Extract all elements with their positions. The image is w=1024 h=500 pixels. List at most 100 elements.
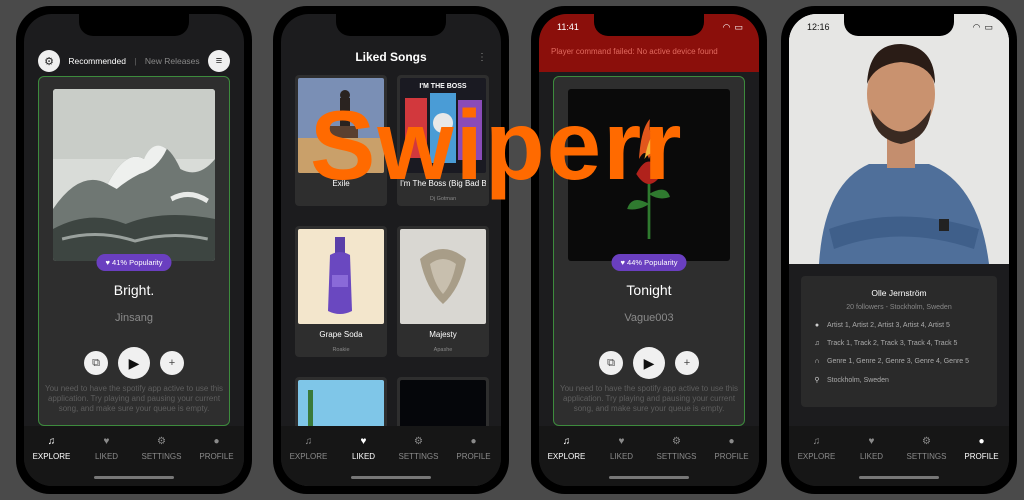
tab-label: LIKED <box>94 452 119 461</box>
song-card[interactable]: ♥ 41% Popularity Bright. Jinsang ⧉ ▶ + Y… <box>38 76 230 426</box>
music-note-icon: ♫ <box>814 340 820 347</box>
music-note-icon: ♫ <box>304 436 313 447</box>
status-time: 12:16 <box>807 22 830 32</box>
tab-label: PROFILE <box>199 452 234 461</box>
add-button[interactable]: + <box>160 351 184 375</box>
profile-screen: 12:16 ◠ ▭ Olle Jernström 20 followers - S… <box>789 14 1009 486</box>
popularity-label: 41% Popularity <box>112 258 163 267</box>
tab-label: SETTINGS <box>906 452 947 461</box>
tab-recommended[interactable]: Recommended <box>68 56 126 66</box>
song-artist: Vague003 <box>624 312 674 324</box>
song-artist: Jinsang <box>115 312 153 324</box>
status-bar: 11:41 ◠ ▭ <box>557 22 743 33</box>
music-note-icon: ♫ <box>47 436 56 447</box>
tab-explore[interactable]: ♫ EXPLORE <box>26 436 78 486</box>
phone-liked: Liked Songs ⋮ Exile I'M THE BOSS I'm The… <box>273 6 509 494</box>
person-icon: ● <box>728 436 735 447</box>
tab-label: LIKED <box>351 452 376 461</box>
nav-separator: | <box>134 56 137 66</box>
top-genres: Genre 1, Genre 2, Genre 3, Genre 4, Genr… <box>827 358 970 365</box>
battery-icon: ▭ <box>984 22 993 32</box>
tab-label: SETTINGS <box>656 452 697 461</box>
person-icon: ● <box>814 322 820 329</box>
song-artist: Apashe <box>433 347 453 353</box>
popularity-badge: ♥ 44% Popularity <box>611 254 687 271</box>
tab-label: EXPLORE <box>32 452 71 461</box>
home-indicator <box>351 476 431 479</box>
gear-icon: ⚙ <box>672 436 681 447</box>
error-message: Player command failed: No active device … <box>551 47 718 56</box>
tab-explore[interactable]: ♫ EXPLORE <box>791 436 843 486</box>
status-time: 11:41 <box>557 22 579 32</box>
add-button[interactable]: + <box>675 351 699 375</box>
tab-label: PROFILE <box>456 452 491 461</box>
tab-label: EXPLORE <box>289 452 328 461</box>
app-logo-title: Swiperr <box>310 90 684 200</box>
heart-icon: ♥ <box>868 436 875 447</box>
person-icon: ● <box>978 436 985 447</box>
tab-profile[interactable]: ● PROFILE <box>191 436 243 486</box>
tab-profile[interactable]: ● PROFILE <box>448 436 500 486</box>
home-indicator <box>609 476 689 479</box>
liked-item[interactable]: Majesty Apashe <box>397 226 489 357</box>
status-bar: 12:16 ◠ ▭ <box>807 22 993 33</box>
tab-label: EXPLORE <box>797 452 836 461</box>
location: Stockholm, Sweden <box>827 376 889 384</box>
gear-icon: ⚙ <box>44 55 54 68</box>
error-screen: Player command failed: No active device … <box>539 14 759 486</box>
profile-name: Olle Jernström <box>871 288 927 298</box>
more-options-icon[interactable]: ⋮ <box>477 52 487 63</box>
popularity-label: 44% Popularity <box>627 258 678 267</box>
gear-icon: ⚙ <box>157 436 166 447</box>
phone-error: Player command failed: No active device … <box>531 6 767 494</box>
tab-label: LIKED <box>609 452 634 461</box>
spotify-notice: You need to have the spotify app active … <box>44 384 224 413</box>
song-title: Grape Soda <box>319 330 363 339</box>
play-button[interactable]: ▶ <box>633 347 665 379</box>
tab-label: SETTINGS <box>141 452 182 461</box>
page-title: Liked Songs <box>355 50 427 64</box>
tab-explore[interactable]: ♫ EXPLORE <box>283 436 335 486</box>
profile-photo <box>789 14 1009 264</box>
spotify-notice: You need to have the spotify app active … <box>559 384 739 413</box>
notch <box>79 14 189 36</box>
tab-label: PROFILE <box>964 452 999 461</box>
popularity-badge: ♥ 41% Popularity <box>96 254 172 271</box>
tab-label: PROFILE <box>714 452 749 461</box>
copy-icon: ⧉ <box>92 356 100 369</box>
album-art <box>298 229 384 324</box>
copy-button[interactable]: ⧉ <box>599 351 623 375</box>
notch <box>336 14 446 36</box>
top-artists-row: ● Artist 1, Artist 2, Artist 3, Artist 4,… <box>813 322 997 329</box>
top-artists: Artist 1, Artist 2, Artist 3, Artist 4, … <box>827 322 950 329</box>
tab-new-releases[interactable]: New Releases <box>145 56 200 66</box>
phone-profile: 12:16 ◠ ▭ Olle Jernström 20 followers - S… <box>781 6 1017 494</box>
copy-button[interactable]: ⧉ <box>84 351 108 375</box>
tab-label: EXPLORE <box>547 452 586 461</box>
song-title: Bright. <box>113 282 155 298</box>
liked-item[interactable]: Grape Soda Roakie <box>295 226 387 357</box>
album-art <box>400 229 486 324</box>
music-note-icon: ♫ <box>562 436 571 447</box>
home-indicator <box>94 476 174 479</box>
music-note-icon: ♫ <box>812 436 821 447</box>
person-icon: ● <box>470 436 477 447</box>
tab-label: LIKED <box>859 452 884 461</box>
tab-profile[interactable]: ● PROFILE <box>956 436 1008 486</box>
plus-icon: + <box>168 357 176 369</box>
sliders-icon: ≡ <box>215 55 223 67</box>
phone-explore: ⚙ Recommended | New Releases ≡ ♥ 41% Pop… <box>16 6 252 494</box>
tab-explore[interactable]: ♫ EXPLORE <box>541 436 593 486</box>
location-row: ⚲ Stockholm, Sweden <box>813 376 997 385</box>
filter-button[interactable]: ≡ <box>207 50 230 72</box>
wifi-icon: ◠ <box>972 22 981 32</box>
headphones-icon: ∩ <box>814 358 820 365</box>
heart-icon: ♥ <box>103 436 110 447</box>
tab-profile[interactable]: ● PROFILE <box>706 436 758 486</box>
playback-controls: ⧉ ▶ + <box>554 347 744 379</box>
top-genres-row: ∩ Genre 1, Genre 2, Genre 3, Genre 4, Gen… <box>813 358 997 365</box>
settings-gear-button[interactable]: ⚙ <box>38 50 60 72</box>
profile-card: Olle Jernström 20 followers - Stockholm,… <box>801 276 997 407</box>
explore-screen: ⚙ Recommended | New Releases ≡ ♥ 41% Pop… <box>24 14 244 486</box>
play-button[interactable]: ▶ <box>118 347 150 379</box>
